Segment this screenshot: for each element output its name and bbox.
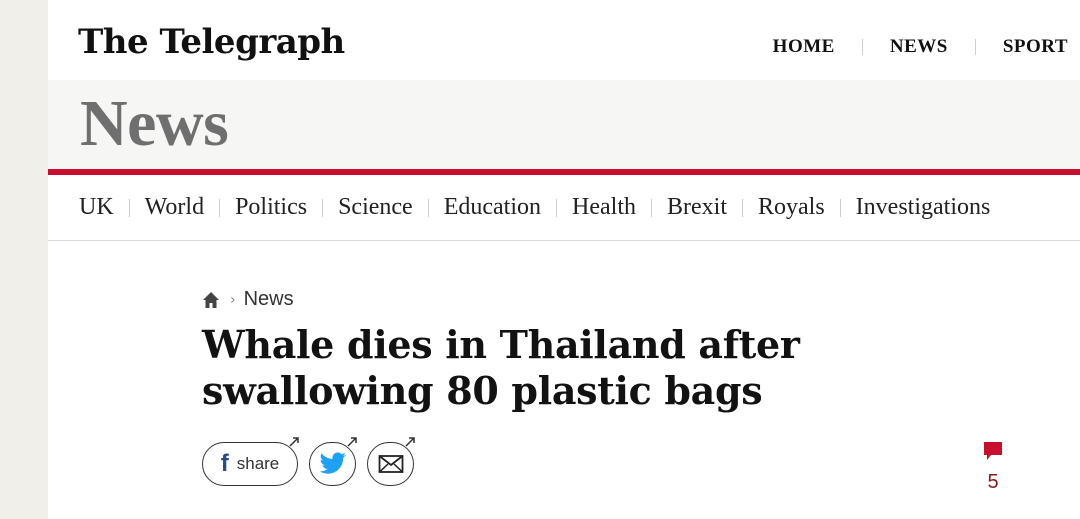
- section-header: News: [48, 80, 1080, 169]
- twitter-share-button[interactable]: [309, 437, 357, 486]
- external-arrow-icon: [289, 437, 299, 447]
- facebook-icon: f: [220, 450, 229, 477]
- section-nav-education[interactable]: Education: [444, 194, 541, 221]
- twitter-icon: [319, 452, 346, 474]
- article-headline: Whale dies in Thailand after swallowing …: [202, 322, 800, 413]
- email-icon: [378, 455, 403, 473]
- section-nav-health[interactable]: Health: [572, 194, 636, 221]
- facebook-share-button[interactable]: f share: [202, 437, 299, 486]
- facebook-share-label: share: [236, 454, 280, 473]
- section-nav-divider: [556, 198, 558, 217]
- section-nav-divider: [651, 198, 652, 217]
- section-nav-uk[interactable]: UK: [79, 194, 114, 221]
- section-nav-divider: [839, 198, 841, 217]
- section-nav-science[interactable]: Science: [338, 194, 413, 221]
- breadcrumb: › News: [202, 288, 294, 311]
- comments-link[interactable]: 5: [982, 440, 1004, 494]
- section-nav-investigations[interactable]: Investigations: [856, 194, 991, 221]
- top-nav-home[interactable]: HOME: [773, 36, 835, 58]
- section-nav: UK World Politics Science Education Heal…: [48, 175, 1080, 241]
- top-nav-news[interactable]: NEWS: [890, 36, 948, 58]
- section-nav-royals[interactable]: Royals: [758, 194, 825, 221]
- comment-count: 5: [987, 471, 999, 493]
- external-arrow-icon: [405, 437, 415, 447]
- section-nav-politics[interactable]: Politics: [235, 194, 307, 221]
- section-nav-divider: [742, 198, 743, 217]
- top-nav-divider: [861, 39, 863, 55]
- section-title[interactable]: News: [80, 86, 229, 162]
- breadcrumb-separator: ›: [230, 291, 236, 308]
- external-arrow-icon: [347, 437, 357, 447]
- section-nav-divider: [219, 198, 221, 217]
- section-nav-world[interactable]: World: [145, 194, 204, 221]
- page: The Telegraph HOME NEWS SPORT News UK Wo…: [48, 0, 1080, 519]
- top-nav-divider: [974, 39, 976, 55]
- section-nav-divider: [322, 198, 324, 217]
- telegraph-logo[interactable]: The Telegraph: [78, 22, 345, 62]
- top-nav: HOME NEWS SPORT: [773, 36, 1068, 58]
- section-nav-brexit[interactable]: Brexit: [667, 194, 727, 221]
- top-nav-sport[interactable]: SPORT: [1003, 36, 1068, 58]
- section-nav-divider: [128, 198, 130, 217]
- section-nav-divider: [427, 198, 429, 217]
- share-bar: f share: [202, 437, 415, 486]
- comment-icon: [984, 442, 1002, 460]
- home-icon[interactable]: [202, 291, 220, 309]
- masthead: The Telegraph HOME NEWS SPORT: [48, 0, 1080, 80]
- email-share-button[interactable]: [367, 437, 415, 486]
- breadcrumb-section[interactable]: News: [244, 288, 294, 311]
